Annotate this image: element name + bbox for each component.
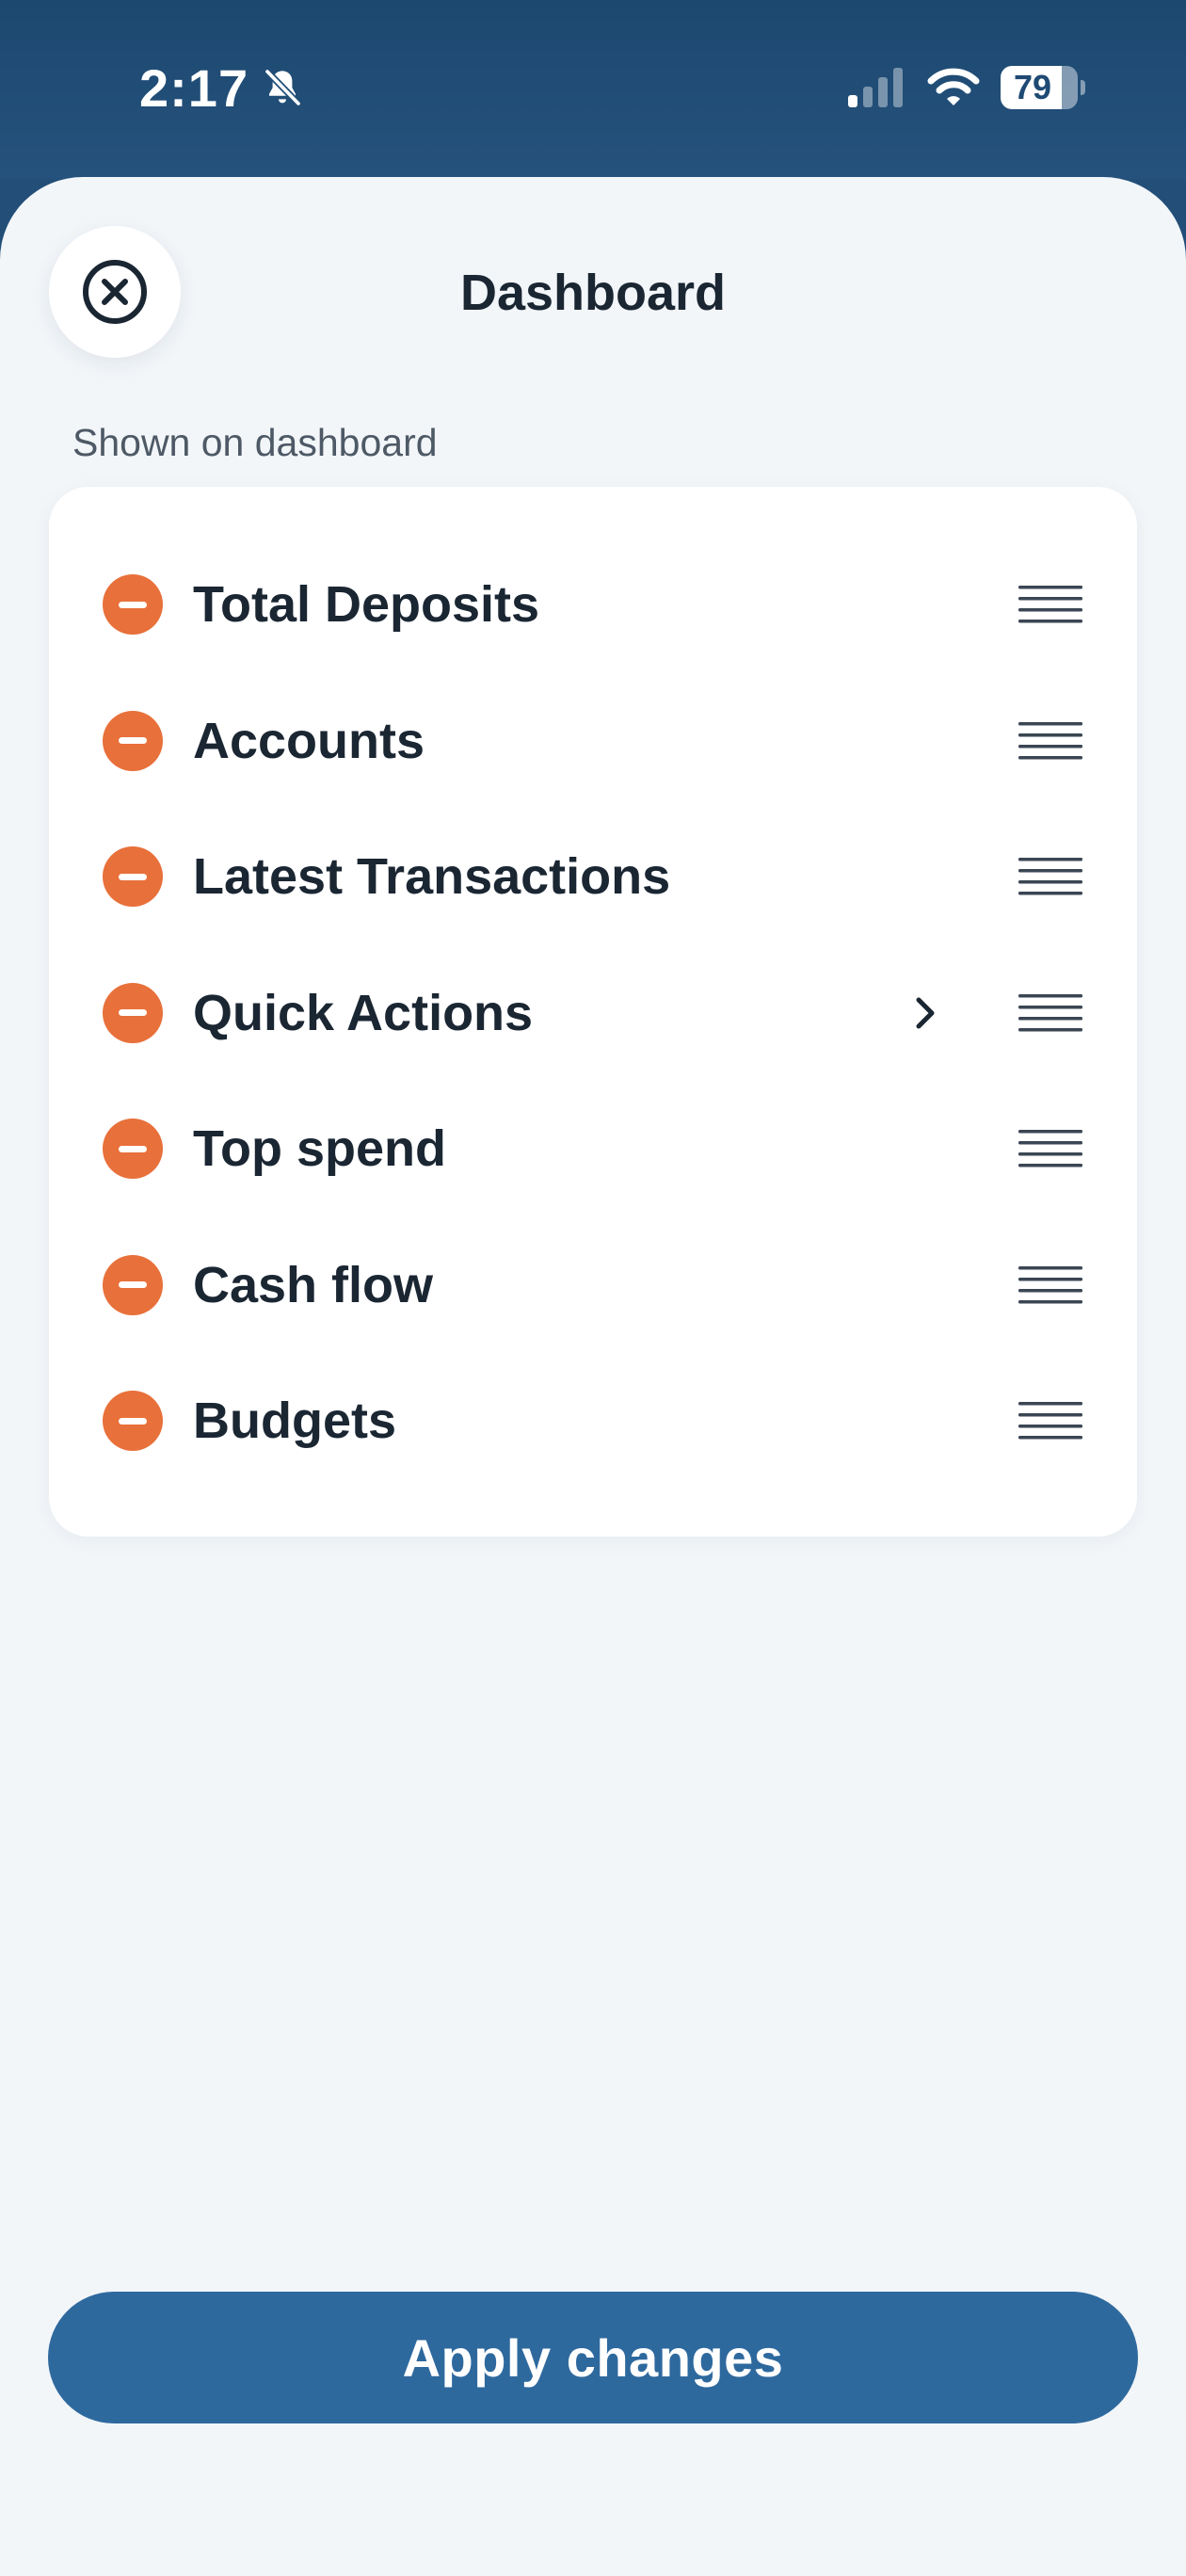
drag-handle-icon[interactable]	[1015, 1398, 1086, 1443]
widget-label: Budgets	[193, 1393, 396, 1449]
widget-label: Cash flow	[193, 1256, 434, 1313]
minus-icon	[119, 737, 147, 744]
drag-handle-icon[interactable]	[1015, 854, 1086, 899]
remove-button[interactable]	[103, 574, 163, 635]
battery-nub	[1081, 80, 1085, 95]
minus-icon	[119, 1145, 147, 1152]
battery-percent: 79	[1013, 68, 1052, 106]
minus-icon	[119, 601, 147, 608]
widget-list: Total Deposits Accounts Latest Transaction…	[49, 537, 1137, 1489]
widget-row-top-spend[interactable]: Top spend	[49, 1081, 1137, 1217]
remove-button[interactable]	[103, 1119, 163, 1179]
widget-label: Accounts	[193, 712, 425, 769]
widget-label: Latest Transactions	[193, 848, 671, 905]
drag-handle-icon[interactable]	[1015, 1126, 1086, 1171]
drag-handle-icon[interactable]	[1015, 1263, 1086, 1308]
remove-button[interactable]	[103, 1391, 163, 1451]
minus-icon	[119, 1009, 147, 1016]
status-time: 2:17	[139, 57, 249, 118]
status-icons: 79	[846, 62, 1085, 113]
section-label: Shown on dashboard	[72, 421, 438, 464]
widget-row-accounts[interactable]: Accounts	[49, 673, 1137, 810]
remove-button[interactable]	[103, 982, 163, 1043]
chevron-right-icon[interactable]	[903, 990, 948, 1036]
widget-row-quick-actions[interactable]: Quick Actions	[49, 945, 1137, 1082]
drag-handle-icon[interactable]	[1015, 990, 1086, 1036]
page-title: Dashboard	[459, 265, 727, 321]
battery-icon: 79	[1001, 66, 1085, 109]
apply-changes-label: Apply changes	[402, 2327, 784, 2388]
minus-icon	[119, 873, 147, 880]
remove-button[interactable]	[103, 1254, 163, 1315]
minus-icon	[119, 1417, 147, 1425]
widget-label: Total Deposits	[193, 576, 540, 633]
status-bar: 2:17 79	[0, 0, 1186, 179]
remove-button[interactable]	[103, 710, 163, 771]
drag-handle-icon[interactable]	[1015, 718, 1086, 764]
bell-slash-icon	[264, 68, 302, 107]
remove-button[interactable]	[103, 846, 163, 907]
status-time-group: 2:17	[139, 55, 305, 121]
widget-row-cash-flow[interactable]: Cash flow	[49, 1217, 1137, 1354]
widget-row-total-deposits[interactable]: Total Deposits	[49, 537, 1137, 673]
apply-changes-button[interactable]: Apply changes	[48, 2292, 1138, 2423]
drag-handle-icon[interactable]	[1015, 582, 1086, 627]
widget-row-budgets[interactable]: Budgets	[49, 1353, 1137, 1489]
dashboard-sheet: Dashboard Shown on dashboard Total Depos…	[0, 177, 1186, 2576]
wifi-icon	[927, 68, 980, 105]
widget-label: Quick Actions	[193, 984, 534, 1041]
cellular-signal-icon	[848, 68, 903, 107]
minus-icon	[119, 1281, 147, 1288]
dashboard-widgets-card: Total Deposits Accounts Latest Transaction…	[49, 487, 1137, 1537]
widget-label: Top spend	[193, 1120, 446, 1177]
widget-row-latest-transactions[interactable]: Latest Transactions	[49, 809, 1137, 945]
